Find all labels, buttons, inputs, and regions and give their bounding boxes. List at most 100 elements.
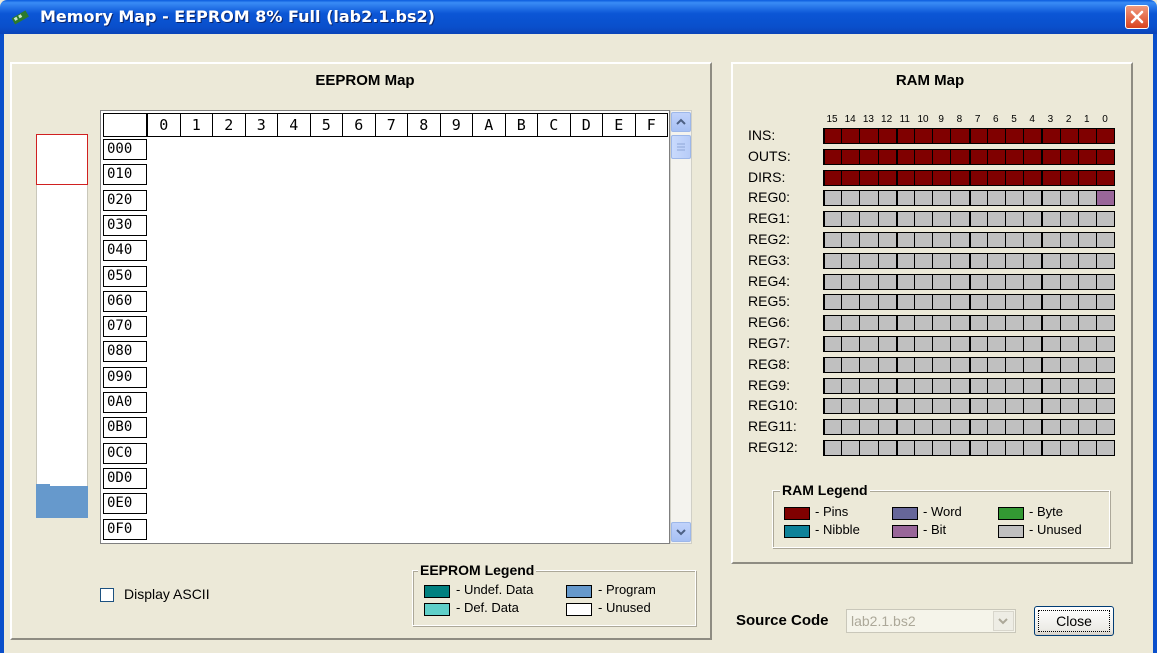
eeprom-view-window[interactable]: [36, 134, 88, 185]
ram-row-label: REG12:: [748, 439, 798, 455]
ram-bit-cell: [877, 356, 897, 373]
scroll-thumb[interactable]: [671, 135, 691, 159]
ram-bit-cell: [968, 252, 988, 269]
ram-bit-cell: [1059, 440, 1079, 456]
ram-bit-cell: [950, 232, 970, 248]
display-ascii-checkbox[interactable]: [100, 588, 114, 602]
ram-bit-cell: [968, 232, 988, 248]
ram-bit-cell: [1059, 356, 1079, 373]
ram-bit-cell: [1023, 377, 1043, 394]
chevron-down-icon: [676, 529, 686, 536]
ram-bit-cell: [841, 356, 861, 373]
eeprom-legend-label: - Def. Data: [456, 600, 519, 615]
ram-bit-cell: [1059, 252, 1079, 269]
eeprom-row-header: 050: [103, 265, 147, 287]
ram-bit-cell: [895, 315, 915, 332]
ram-bit-cell: [895, 440, 915, 456]
ram-bit-cell: [1096, 419, 1116, 436]
eeprom-scrollbar[interactable]: [670, 110, 692, 544]
display-ascii-label[interactable]: Display ASCII: [124, 586, 210, 602]
eeprom-row-header: 080: [103, 341, 147, 363]
ram-bit-cell: [1023, 252, 1043, 269]
ram-row-label: REG8:: [748, 355, 791, 372]
chevron-up-icon: [676, 118, 686, 125]
ram-legend-label: - Nibble: [815, 522, 860, 537]
ram-bit-cell: [1005, 440, 1025, 456]
ram-bit-cell: [877, 128, 897, 144]
ram-bit-cell: [841, 336, 861, 352]
ram-bit-cell: [1023, 294, 1043, 311]
eeprom-row-header: 0A0: [103, 392, 147, 413]
ram-bit-cell: [1059, 398, 1079, 415]
eeprom-legend-label: - Program: [598, 582, 656, 597]
app-icon: [10, 8, 32, 26]
close-window-button[interactable]: [1125, 5, 1149, 29]
ram-bit-cell: [914, 273, 934, 290]
ram-bit-cell: [1041, 315, 1061, 332]
ram-bit-cell: [841, 315, 861, 332]
ram-bit-cell: [914, 336, 934, 352]
ram-bit-cell: [968, 419, 988, 436]
close-button[interactable]: Close: [1034, 606, 1114, 636]
ram-bit-cell: [1023, 273, 1043, 290]
ram-bit-cell: [968, 398, 988, 415]
ram-bit-cell: [841, 252, 861, 269]
scroll-down-button[interactable]: [671, 522, 691, 542]
ram-bit-number: 8: [956, 114, 963, 125]
ram-bit-cell: [895, 273, 915, 290]
ram-bit-cell: [1077, 273, 1097, 290]
ram-bit-cell: [986, 211, 1006, 228]
ram-bit-cell: [895, 356, 915, 373]
dropdown-button[interactable]: [993, 611, 1014, 631]
eeprom-col-header: 4: [277, 113, 311, 137]
eeprom-grid[interactable]: 0123456789ABCDEF 000 010 020 030 040 050 060 07…: [100, 110, 670, 544]
ram-bit-cell: [986, 315, 1006, 332]
ram-bit-cell: [1096, 211, 1116, 228]
scroll-up-button[interactable]: [671, 112, 691, 132]
ram-bit-cell: [950, 148, 970, 165]
ram-bit-cell: [1077, 377, 1097, 394]
ram-bit-cell: [859, 336, 879, 352]
ram-bit-cell: [859, 148, 879, 165]
ram-bit-cell: [877, 315, 897, 332]
ram-bit-cell: [1023, 211, 1043, 228]
ram-bit-cell: [1041, 356, 1061, 373]
ram-legend-title: RAM Legend: [780, 482, 870, 498]
ram-bit-cell: [986, 377, 1006, 394]
ram-bit-cell: [1041, 148, 1061, 165]
close-button-label: Close: [1038, 610, 1110, 632]
ram-bit-cell: [895, 211, 915, 228]
ram-bit-cell: [968, 356, 988, 373]
source-code-dropdown[interactable]: lab2.1.bs2: [846, 609, 1016, 633]
ram-bit-cell: [1005, 419, 1025, 436]
ram-bit-cell: [968, 315, 988, 332]
eeprom-col-header: 2: [212, 113, 246, 137]
ram-bit-cell: [1059, 315, 1079, 332]
ram-bit-cell: [914, 128, 934, 144]
ram-bit-cell: [895, 169, 915, 186]
ram-row: [823, 273, 1116, 290]
ram-bit-cell: [877, 273, 897, 290]
ram-bit-cell: [895, 398, 915, 415]
ram-bit-cell: [932, 211, 952, 228]
ram-row-label: REG0:: [748, 189, 791, 206]
source-code-value: lab2.1.bs2: [851, 613, 916, 629]
ram-bit-cell: [877, 336, 897, 352]
ram-bit-cell: [914, 419, 934, 436]
ram-row: [823, 377, 1116, 394]
ram-bit-cell: [986, 356, 1006, 373]
ram-bit-number: 0: [1102, 114, 1108, 125]
ram-row-label: REG5:: [748, 293, 791, 310]
ram-bit-cell: [914, 398, 934, 415]
ram-bit-cell: [968, 169, 988, 186]
ram-bit-cell: [877, 440, 897, 456]
ram-bit-cell: [1041, 190, 1061, 207]
ram-bit-cell: [823, 336, 843, 352]
ram-row: [823, 252, 1116, 269]
ram-bit-cell: [1077, 440, 1097, 456]
ram-bit-number: 9: [938, 114, 944, 125]
ram-row-label: REG4:: [748, 272, 791, 289]
ram-bit-cell: [895, 232, 915, 248]
ram-bit-cell: [895, 336, 915, 352]
ram-bit-cell: [932, 315, 952, 332]
